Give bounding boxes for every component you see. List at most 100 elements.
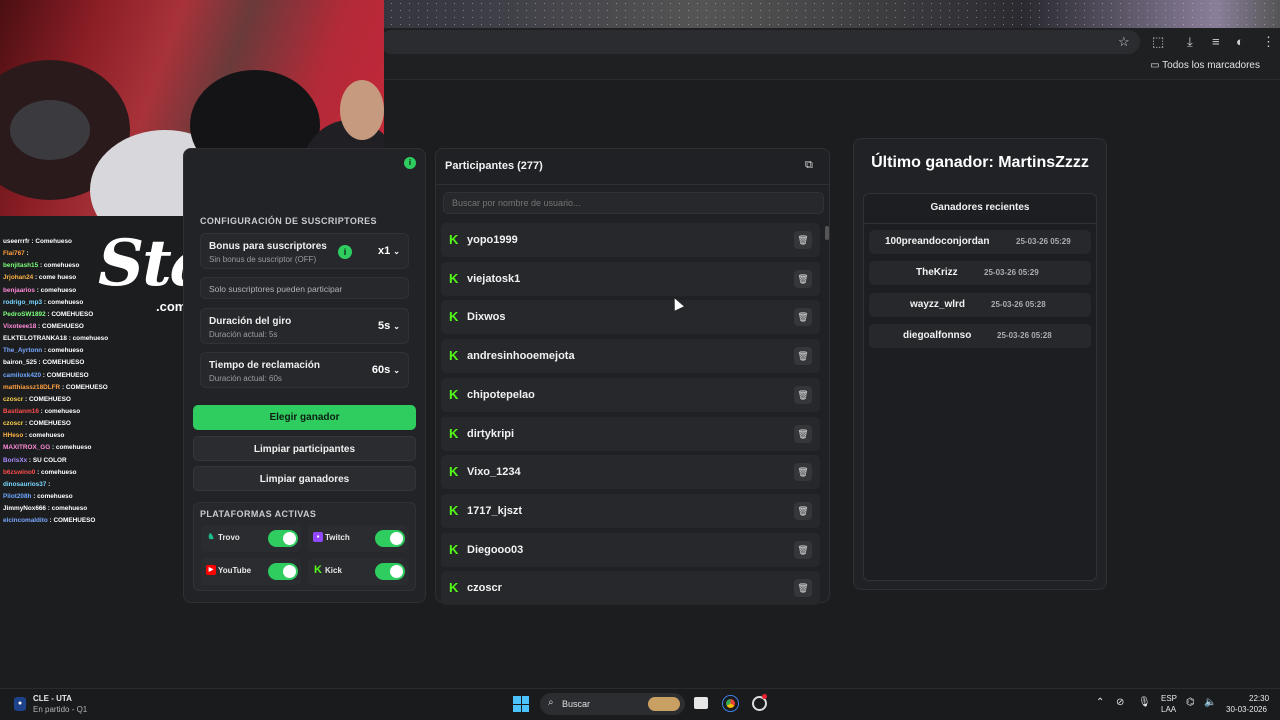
chat-username: The_Ayrtonn <box>3 347 43 355</box>
chat-message: The_Ayrtonn : comehueso <box>3 347 84 355</box>
claim-time-select[interactable]: 60s ⌄ <box>372 364 400 376</box>
chat-text: COMEHUESO <box>41 322 84 330</box>
spin-duration-subtitle: Duración actual: 5s <box>209 330 278 339</box>
platform-youtube: ▶ YouTube <box>201 558 301 585</box>
microphone-icon[interactable]: 🎙 <box>1138 697 1151 708</box>
trash-icon[interactable]: 🗑 <box>794 308 812 327</box>
trash-icon[interactable]: 🗑 <box>794 540 812 559</box>
participant-row: K Diegooo03 🗑 <box>441 532 820 567</box>
clear-winners-button[interactable]: Limpiar ganadores <box>193 466 416 491</box>
platform-kick: K Kick <box>308 558 408 585</box>
extensions-icon[interactable]: ⬚ <box>1152 34 1164 50</box>
stake-logo-domain: .com <box>156 299 187 314</box>
chat-username: PedroSW1892 <box>3 310 46 318</box>
divider <box>863 223 1097 224</box>
participant-search-input[interactable] <box>443 192 824 214</box>
chat-message: PedroSW1892 : COMEHUESO <box>3 310 94 318</box>
kick-icon: K <box>449 580 459 596</box>
kick-icon: K <box>449 464 459 480</box>
winner-time: 25-03-26 05:28 <box>991 299 1046 309</box>
chat-message: matthiassz18DLFR : COMEHUESO <box>3 383 108 391</box>
trovo-icon: ♞ <box>207 532 215 541</box>
chat-message: Vixoteee18 : COMEHUESO <box>3 322 84 330</box>
chat-username: MAXITROX_GG <box>3 444 51 452</box>
spin-duration-title: Duración del giro <box>209 316 292 327</box>
youtube-toggle[interactable] <box>268 563 298 580</box>
participant-name: andresinhooemejota <box>467 350 575 363</box>
claim-time-subtitle: Duración actual: 60s <box>209 374 282 383</box>
game-status: En partido - Q1 <box>33 705 88 714</box>
recent-winner-row: diegoalfonnso 25-03-26 05:28 <box>869 323 1091 348</box>
chat-text: comehueso <box>72 335 109 343</box>
bonus-info-icon[interactable]: i <box>338 245 352 259</box>
winner-name: wayzz_wlrd <box>910 298 966 310</box>
kick-icon: K <box>449 386 459 402</box>
bookmark-star-icon[interactable]: ☆ <box>1118 34 1130 50</box>
claim-time-title: Tiempo de reclamación <box>209 360 320 371</box>
task-view-icon[interactable] <box>694 697 708 709</box>
trash-icon[interactable]: 🗑 <box>794 463 812 482</box>
windows-start-icon[interactable] <box>513 696 529 712</box>
trash-icon[interactable]: 🗑 <box>794 579 812 598</box>
address-bar[interactable] <box>380 30 1140 54</box>
chat-text: COMEHUESO <box>42 359 85 367</box>
twitch-toggle[interactable] <box>375 530 405 547</box>
volume-icon[interactable]: 🔈 <box>1204 697 1216 708</box>
trash-icon[interactable]: 🗑 <box>794 231 812 249</box>
chat-username: useerrrfr <box>3 238 30 245</box>
profile-icon[interactable]: ◐ <box>1236 34 1244 49</box>
participant-row: Kchipotepelao 🗑 <box>441 377 820 412</box>
taskbar-search[interactable]: ⌕ Buscar <box>540 693 685 715</box>
network-icon[interactable]: ⊘ <box>1116 697 1124 708</box>
trash-icon[interactable]: 🗑 <box>794 385 812 404</box>
chat-username: elcincomaldito <box>3 517 48 525</box>
trash-icon[interactable]: 🗑 <box>794 424 812 443</box>
twitch-icon: ▪ <box>313 532 323 542</box>
chat-username: dinosaurios37 <box>3 480 47 488</box>
trash-icon[interactable]: 🗑 <box>794 269 812 288</box>
chat-username: ELKTELOTRANKA18 <box>3 335 67 343</box>
chat-text: COMEHUESO <box>51 310 94 318</box>
chat-text: COMEHUESO <box>28 395 71 403</box>
info-icon[interactable]: i <box>404 157 416 169</box>
copy-icon[interactable]: ⧉ <box>805 159 813 172</box>
chat-username: Bastianm16 <box>3 407 39 415</box>
chrome-icon[interactable] <box>723 696 738 711</box>
wifi-icon[interactable]: ⌬ <box>1186 697 1195 708</box>
download-icon[interactable]: ⤓ <box>1187 34 1193 50</box>
participant-row: Kandresinhooemejota 🗑 <box>441 339 820 374</box>
chat-text: Comehueso <box>35 238 72 245</box>
search-highlight-icon <box>648 697 680 711</box>
menu-icon[interactable]: ⋮ <box>1262 34 1275 50</box>
subs-only-label: Solo suscriptores pueden participar <box>209 284 343 294</box>
chat-message: bairon_525 : COMEHUESO <box>3 359 85 367</box>
nba-icon[interactable]: ● <box>14 697 26 711</box>
subs-only-setting[interactable]: Solo suscriptores pueden participar <box>200 277 409 299</box>
clock-time[interactable]: 22:30 <box>1249 694 1269 703</box>
kick-toggle[interactable] <box>375 563 405 580</box>
trash-icon[interactable]: 🗑 <box>794 501 812 520</box>
spin-duration-select[interactable]: 5s ⌄ <box>378 320 400 332</box>
pick-winner-button[interactable]: Elegir ganador <box>193 405 416 430</box>
chat-username: matthiassz18DLFR <box>3 383 61 391</box>
platform-twitch: ▪ Twitch <box>308 525 408 552</box>
subscriber-config-title: CONFIGURACIÓN DE SUSCRIPTORES <box>200 216 377 226</box>
chat-username: BorisXx <box>3 456 28 464</box>
chat-message: ELKTELOTRANKA18 : comehueso <box>3 335 109 343</box>
all-bookmarks-button[interactable]: ▭ Todos los marcadores <box>1150 60 1260 71</box>
participant-name: 1717_kjszt <box>467 504 523 517</box>
chat-username: Vixoteee18 <box>3 322 37 330</box>
trash-icon[interactable]: 🗑 <box>794 347 812 366</box>
language-indicator[interactable]: ESP <box>1161 694 1177 703</box>
tray-chevron-icon[interactable]: ⌃ <box>1096 697 1104 708</box>
reading-list-icon[interactable]: ≡ <box>1212 34 1220 49</box>
chat-text: comehueso <box>43 262 80 270</box>
clear-participants-button[interactable]: Limpiar participantes <box>193 436 416 461</box>
chat-message: b6zswino0 : comehueso <box>3 468 77 476</box>
chat-message: elcincomaldito : COMEHUESO <box>3 517 96 525</box>
kick-icon: K <box>449 232 459 247</box>
scrollbar-thumb[interactable] <box>825 226 829 240</box>
bonus-multiplier-select[interactable]: x1 ⌄ <box>378 245 400 257</box>
trovo-toggle[interactable] <box>268 530 298 547</box>
participant-name: dirtykripi <box>467 427 515 440</box>
